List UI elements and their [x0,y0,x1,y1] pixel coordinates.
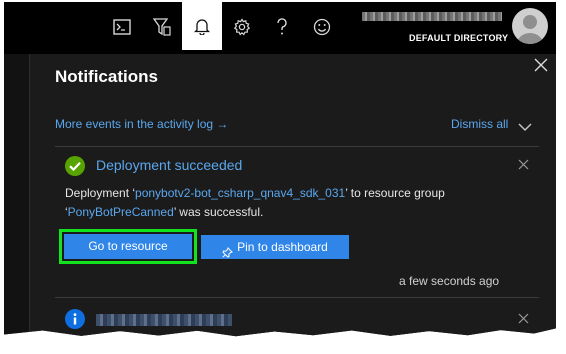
deployment-link[interactable]: ponybotv2-bot_csharp_qnav4_sdk_031 [135,186,345,200]
left-sidebar-edge [4,54,30,337]
pin-to-dashboard-button[interactable]: Pin to dashboard [201,235,349,259]
notification-message-redacted [65,341,425,342]
activity-log-link-label: More events in the activity log [55,117,214,131]
account-name-redacted[interactable] [362,12,502,21]
pin-to-dashboard-label: Pin to dashboard [237,240,328,254]
chevron-down-icon[interactable] [518,119,532,131]
page-title: Notifications [55,67,158,86]
avatar[interactable] [512,8,548,44]
message-text: Deployment ‘ [65,186,136,200]
portal-window: DEFAULT DIRECTORY Notifications More eve… [4,2,556,342]
resource-group-link[interactable]: PonyBotPreCanned [68,205,174,219]
notification-item [55,297,539,342]
notification-title[interactable]: Deployment succeeded [96,157,242,173]
dismiss-all-button[interactable]: Dismiss all [451,117,508,131]
close-icon[interactable] [518,157,529,170]
notification-title-redacted[interactable] [96,314,232,326]
notification-message: Deployment ‘ponybotv2-bot_csharp_qnav4_s… [65,184,495,222]
notification-item: Deployment succeeded Deployment ‘ponybot… [55,146,539,296]
activity-log-link[interactable]: More events in the activity log → [55,117,228,131]
message-text: ’ was successful. [173,205,264,219]
timestamp: a few seconds ago [399,274,500,288]
bell-icon[interactable] [182,2,222,50]
pin-icon [222,242,234,258]
success-check-icon [65,156,85,176]
notifications-panel: Notifications More events in the activit… [31,54,556,342]
go-to-resource-button[interactable]: Go to resource [59,229,197,264]
gear-icon[interactable] [222,2,262,52]
directory-label[interactable]: DEFAULT DIRECTORY [409,33,508,43]
feedback-smiley-icon[interactable] [302,2,342,52]
arrow-right-icon: → [216,117,229,131]
info-icon [65,309,85,329]
close-icon[interactable] [534,58,548,72]
directory-filter-icon[interactable] [142,2,182,52]
user-silhouette-icon [517,15,543,44]
close-icon[interactable] [518,311,529,324]
help-icon[interactable] [262,2,302,52]
top-bar: DEFAULT DIRECTORY [4,2,556,54]
cloud-shell-icon[interactable] [102,2,142,52]
